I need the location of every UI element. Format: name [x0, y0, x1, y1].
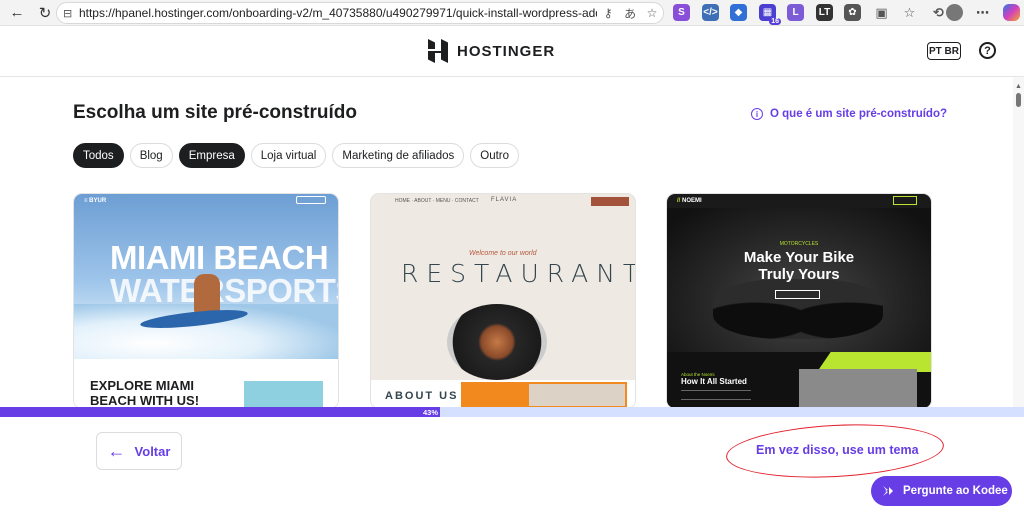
template-preview-headline: RESTAURANT [401, 259, 635, 288]
favorites-icon[interactable]: ☆ [901, 4, 918, 21]
reload-icon[interactable]: ↻ [34, 2, 56, 24]
template-headline-line1: Make Your Bike [743, 249, 855, 266]
template-preview-logo: // NOEMI [677, 198, 702, 204]
address-bar[interactable]: ⊟ https://hpanel.hostinger.com/onboardin… [56, 2, 664, 24]
template-preview-subheading: EXPLORE MIAMI BEACH WITH US! [90, 378, 200, 408]
scrollbar-thumb[interactable] [1016, 93, 1021, 107]
browser-toolbar: ← ↻ ⊟ https://hpanel.hostinger.com/onboa… [0, 0, 1024, 26]
history-icon[interactable]: ⟲ [930, 4, 947, 21]
hostinger-logo-icon [428, 39, 448, 63]
tag-extension-icon[interactable]: ◆ [730, 4, 747, 21]
extension-badge: 16 [769, 18, 781, 25]
template-preview-tag: MOTORCYCLES [779, 241, 819, 247]
help-icon[interactable]: ? [979, 42, 996, 59]
filter-chip-empresa[interactable]: Empresa [178, 143, 245, 168]
language-selector[interactable]: PT BR [927, 42, 961, 60]
template-preview-image [527, 382, 627, 408]
ask-kodee-label: Pergunte ao Kodee [903, 485, 1008, 497]
l-extension-icon[interactable]: L [787, 4, 804, 21]
kodee-sparkle-icon [883, 486, 893, 496]
app-header: HOSTINGER PT BR ? [0, 26, 1024, 77]
template-preview-nav: // NOEMI [667, 194, 931, 208]
template-headline-line2: Truly Yours [758, 266, 840, 283]
filter-chip-blog[interactable]: Blog [129, 143, 173, 168]
filter-chip-todos[interactable]: Todos [73, 143, 124, 168]
template-preview-button [893, 196, 917, 205]
template-preview-surfer [194, 274, 220, 314]
template-preview-headline: Make Your Bike Truly Yours [667, 249, 931, 283]
what-is-prebuilt-link[interactable]: i O que é um site pré-construído? [751, 108, 947, 120]
template-preview-logo: ≡ BYUR [84, 198, 107, 204]
scroll-up-icon[interactable]: ▲ [1015, 83, 1022, 90]
brand-name: HOSTINGER [457, 42, 556, 60]
info-icon: i [751, 108, 763, 120]
puzzle-extension-icon[interactable]: ✿ [844, 4, 861, 21]
template-preview-motorcycle [713, 279, 883, 339]
filter-chip-outro[interactable]: Outro [470, 143, 520, 168]
page-scrollbar[interactable]: ▲ [1013, 77, 1024, 407]
template-preview-image [799, 369, 917, 408]
progress-label: 43% [422, 407, 438, 417]
arrow-left-icon: ← [107, 441, 126, 461]
split-screen-icon[interactable]: ▣ [873, 4, 890, 21]
info-link-label[interactable]: O que é um site pré-construído? [770, 108, 947, 120]
back-arrow-icon[interactable]: ← [6, 2, 28, 24]
back-button-label: Voltar [134, 443, 171, 459]
template-preview-script: Welcome to our world [469, 250, 537, 257]
key-icon[interactable]: ⚷ [597, 6, 619, 20]
url-text[interactable]: https://hpanel.hostinger.com/onboarding-… [79, 6, 597, 20]
template-preview-accent [461, 382, 527, 408]
category-filters: Todos Blog Empresa Loja virtual Marketin… [73, 143, 520, 168]
profile-avatar[interactable] [946, 4, 963, 21]
filter-chip-marketing-afiliados[interactable]: Marketing de afiliados [332, 143, 465, 168]
s-extension-icon[interactable]: S [673, 4, 690, 21]
template-card-bike[interactable]: // NOEMI MOTORCYCLES Make Your Bike Trul… [667, 194, 931, 408]
template-preview-image [244, 381, 323, 408]
site-info-icon[interactable]: ⊟ [63, 7, 79, 20]
back-button[interactable]: ← Voltar [96, 432, 182, 470]
code-extension-icon[interactable]: </> [702, 4, 719, 21]
template-card-surf[interactable]: ≡ BYUR MIAMI BEACH WATERSPORTS EXPLORE M… [74, 194, 338, 408]
translate-icon[interactable]: あ [619, 5, 641, 22]
template-preview-headline: MIAMI BEACH WATERSPORTS [110, 241, 338, 307]
template-preview-nav: ≡ BYUR [74, 194, 338, 208]
template-preview-button [591, 197, 629, 206]
hostinger-logo[interactable]: HOSTINGER [428, 39, 555, 63]
use-theme-link[interactable]: Em vez disso, use um tema [756, 443, 919, 457]
template-headline-line2: WATERSPORTS [110, 272, 338, 309]
page-title: Escolha um site pré-construído [73, 102, 357, 123]
onboarding-progress-bar: 43% [0, 407, 1024, 417]
translate-extension-icon[interactable]: LT [816, 4, 833, 21]
template-preview-subheading: How It All Started [681, 377, 747, 386]
template-preview-text-lines [681, 390, 751, 400]
template-preview-button [296, 196, 326, 204]
more-menu-icon[interactable]: ⋯ [974, 4, 991, 21]
filter-chip-loja-virtual[interactable]: Loja virtual [250, 143, 327, 168]
template-headline-line1: MIAMI BEACH [110, 239, 329, 276]
bookmark-star-icon[interactable]: ☆ [641, 6, 663, 20]
copilot-icon[interactable] [1003, 4, 1020, 21]
ask-kodee-button[interactable]: Pergunte ao Kodee [871, 476, 1012, 506]
template-preview-logo: FLAVIA [491, 197, 518, 203]
template-preview-cta [775, 290, 820, 299]
template-preview-subheading: ABOUT US [385, 390, 459, 402]
template-preview-plate [447, 304, 547, 380]
grid-extension-icon[interactable]: ▦ 16 [759, 4, 781, 25]
template-card-restaurant[interactable]: HOME · ABOUT · MENU · CONTACT FLAVIA Wel… [371, 194, 635, 408]
